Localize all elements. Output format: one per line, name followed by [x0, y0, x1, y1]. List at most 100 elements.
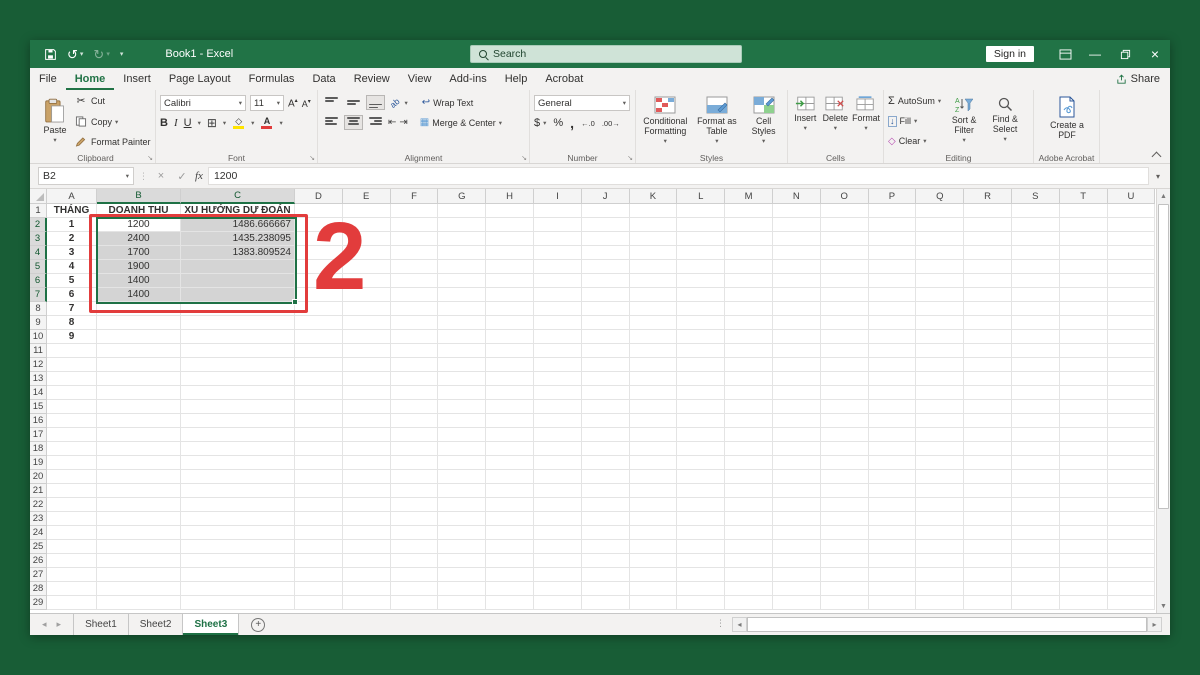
- cell-L4[interactable]: [677, 246, 726, 260]
- cell-M26[interactable]: [725, 554, 773, 568]
- cell-D22[interactable]: [295, 498, 343, 512]
- cell-G1[interactable]: [438, 204, 487, 218]
- cell-L19[interactable]: [677, 456, 726, 470]
- cell-I27[interactable]: [533, 568, 582, 582]
- cell-K27[interactable]: [629, 568, 678, 582]
- font-color-button[interactable]: A: [260, 117, 273, 129]
- cell-D21[interactable]: [295, 484, 343, 498]
- cut-button[interactable]: ✂ Cut: [74, 95, 151, 107]
- cell-A18[interactable]: [47, 442, 97, 456]
- cell-M22[interactable]: [725, 498, 773, 512]
- cell-A24[interactable]: [47, 526, 97, 540]
- cell-M17[interactable]: [725, 428, 773, 442]
- row-header-10[interactable]: 10: [30, 330, 47, 344]
- cell-N25[interactable]: [772, 540, 821, 554]
- cell-M19[interactable]: [725, 456, 773, 470]
- maximize-button[interactable]: [1110, 40, 1140, 68]
- increase-indent-button[interactable]: ⇥: [399, 117, 407, 128]
- cell-U15[interactable]: [1107, 400, 1156, 414]
- insert-function-button[interactable]: fx: [195, 170, 203, 182]
- cell-I26[interactable]: [533, 554, 582, 568]
- cell-A19[interactable]: [47, 456, 97, 470]
- sheet-tab-sheet1[interactable]: Sheet1: [74, 614, 129, 635]
- align-middle-button[interactable]: [344, 95, 363, 110]
- cell-A25[interactable]: [47, 540, 97, 554]
- cell-H3[interactable]: [486, 232, 534, 246]
- cell-L27[interactable]: [677, 568, 726, 582]
- cell-G6[interactable]: [438, 274, 487, 288]
- cell-F13[interactable]: [390, 372, 439, 386]
- cell-H17[interactable]: [486, 428, 534, 442]
- cell-G26[interactable]: [438, 554, 487, 568]
- cell-G28[interactable]: [438, 582, 487, 596]
- decrease-decimal-button[interactable]: .00→: [602, 119, 620, 128]
- cell-M20[interactable]: [725, 470, 773, 484]
- cell-C22[interactable]: [181, 498, 295, 512]
- cell-K20[interactable]: [629, 470, 678, 484]
- cell-B12[interactable]: [97, 358, 181, 372]
- cell-F23[interactable]: [390, 512, 439, 526]
- cell-Q27[interactable]: [916, 568, 965, 582]
- cell-T6[interactable]: [1059, 274, 1108, 288]
- cell-S5[interactable]: [1011, 260, 1060, 274]
- cell-B20[interactable]: [97, 470, 181, 484]
- cell-M14[interactable]: [725, 386, 773, 400]
- cell-C27[interactable]: [181, 568, 295, 582]
- cell-D15[interactable]: [295, 400, 343, 414]
- decrease-indent-button[interactable]: ⇤: [388, 117, 396, 128]
- cell-S11[interactable]: [1011, 344, 1060, 358]
- cell-I3[interactable]: [533, 232, 582, 246]
- cell-A28[interactable]: [47, 582, 97, 596]
- cell-N23[interactable]: [772, 512, 821, 526]
- find-select-button[interactable]: Find & Select ▾: [987, 93, 1023, 149]
- cell-A3[interactable]: 2: [47, 232, 97, 246]
- cell-K18[interactable]: [629, 442, 678, 456]
- merge-center-button[interactable]: ▦ Merge & Center ▾: [420, 117, 502, 128]
- cell-U16[interactable]: [1107, 414, 1156, 428]
- cell-P26[interactable]: [868, 554, 917, 568]
- cell-Q4[interactable]: [916, 246, 965, 260]
- cell-J15[interactable]: [581, 400, 630, 414]
- cell-S10[interactable]: [1011, 330, 1060, 344]
- cell-D10[interactable]: [295, 330, 343, 344]
- cell-D4[interactable]: [295, 246, 343, 260]
- cell-A20[interactable]: [47, 470, 97, 484]
- cell-H19[interactable]: [486, 456, 534, 470]
- cell-B4[interactable]: 1700: [97, 246, 181, 260]
- cell-O24[interactable]: [820, 526, 869, 540]
- cell-J7[interactable]: [581, 288, 630, 302]
- cell-E18[interactable]: [342, 442, 391, 456]
- cell-C28[interactable]: [181, 582, 295, 596]
- cell-N22[interactable]: [772, 498, 821, 512]
- font-size-select[interactable]: 11 ▾: [250, 95, 284, 111]
- cell-S21[interactable]: [1011, 484, 1060, 498]
- cell-B11[interactable]: [97, 344, 181, 358]
- cell-I11[interactable]: [533, 344, 582, 358]
- ribbon-tab-file[interactable]: File: [30, 68, 66, 90]
- cell-R10[interactable]: [964, 330, 1012, 344]
- cell-I2[interactable]: [533, 218, 582, 232]
- cell-Q24[interactable]: [916, 526, 965, 540]
- cell-B24[interactable]: [97, 526, 181, 540]
- cell-N12[interactable]: [772, 358, 821, 372]
- customize-toolbar-button[interactable]: ▾: [120, 50, 124, 58]
- cell-J5[interactable]: [581, 260, 630, 274]
- cell-T29[interactable]: [1059, 596, 1108, 610]
- cell-R13[interactable]: [964, 372, 1012, 386]
- number-dialog-launcher[interactable]: ↘: [627, 154, 633, 162]
- cell-J25[interactable]: [581, 540, 630, 554]
- formula-bar-splitter[interactable]: ⋮: [139, 171, 148, 182]
- cell-B10[interactable]: [97, 330, 181, 344]
- cell-T5[interactable]: [1059, 260, 1108, 274]
- cell-Q16[interactable]: [916, 414, 965, 428]
- cell-H2[interactable]: [486, 218, 534, 232]
- cell-F21[interactable]: [390, 484, 439, 498]
- cell-T7[interactable]: [1059, 288, 1108, 302]
- column-header-O[interactable]: O: [820, 189, 869, 204]
- cell-L25[interactable]: [677, 540, 726, 554]
- row-header-29[interactable]: 29: [30, 596, 47, 610]
- cell-M7[interactable]: [725, 288, 773, 302]
- cell-E24[interactable]: [342, 526, 391, 540]
- row-header-25[interactable]: 25: [30, 540, 47, 554]
- cell-P27[interactable]: [868, 568, 917, 582]
